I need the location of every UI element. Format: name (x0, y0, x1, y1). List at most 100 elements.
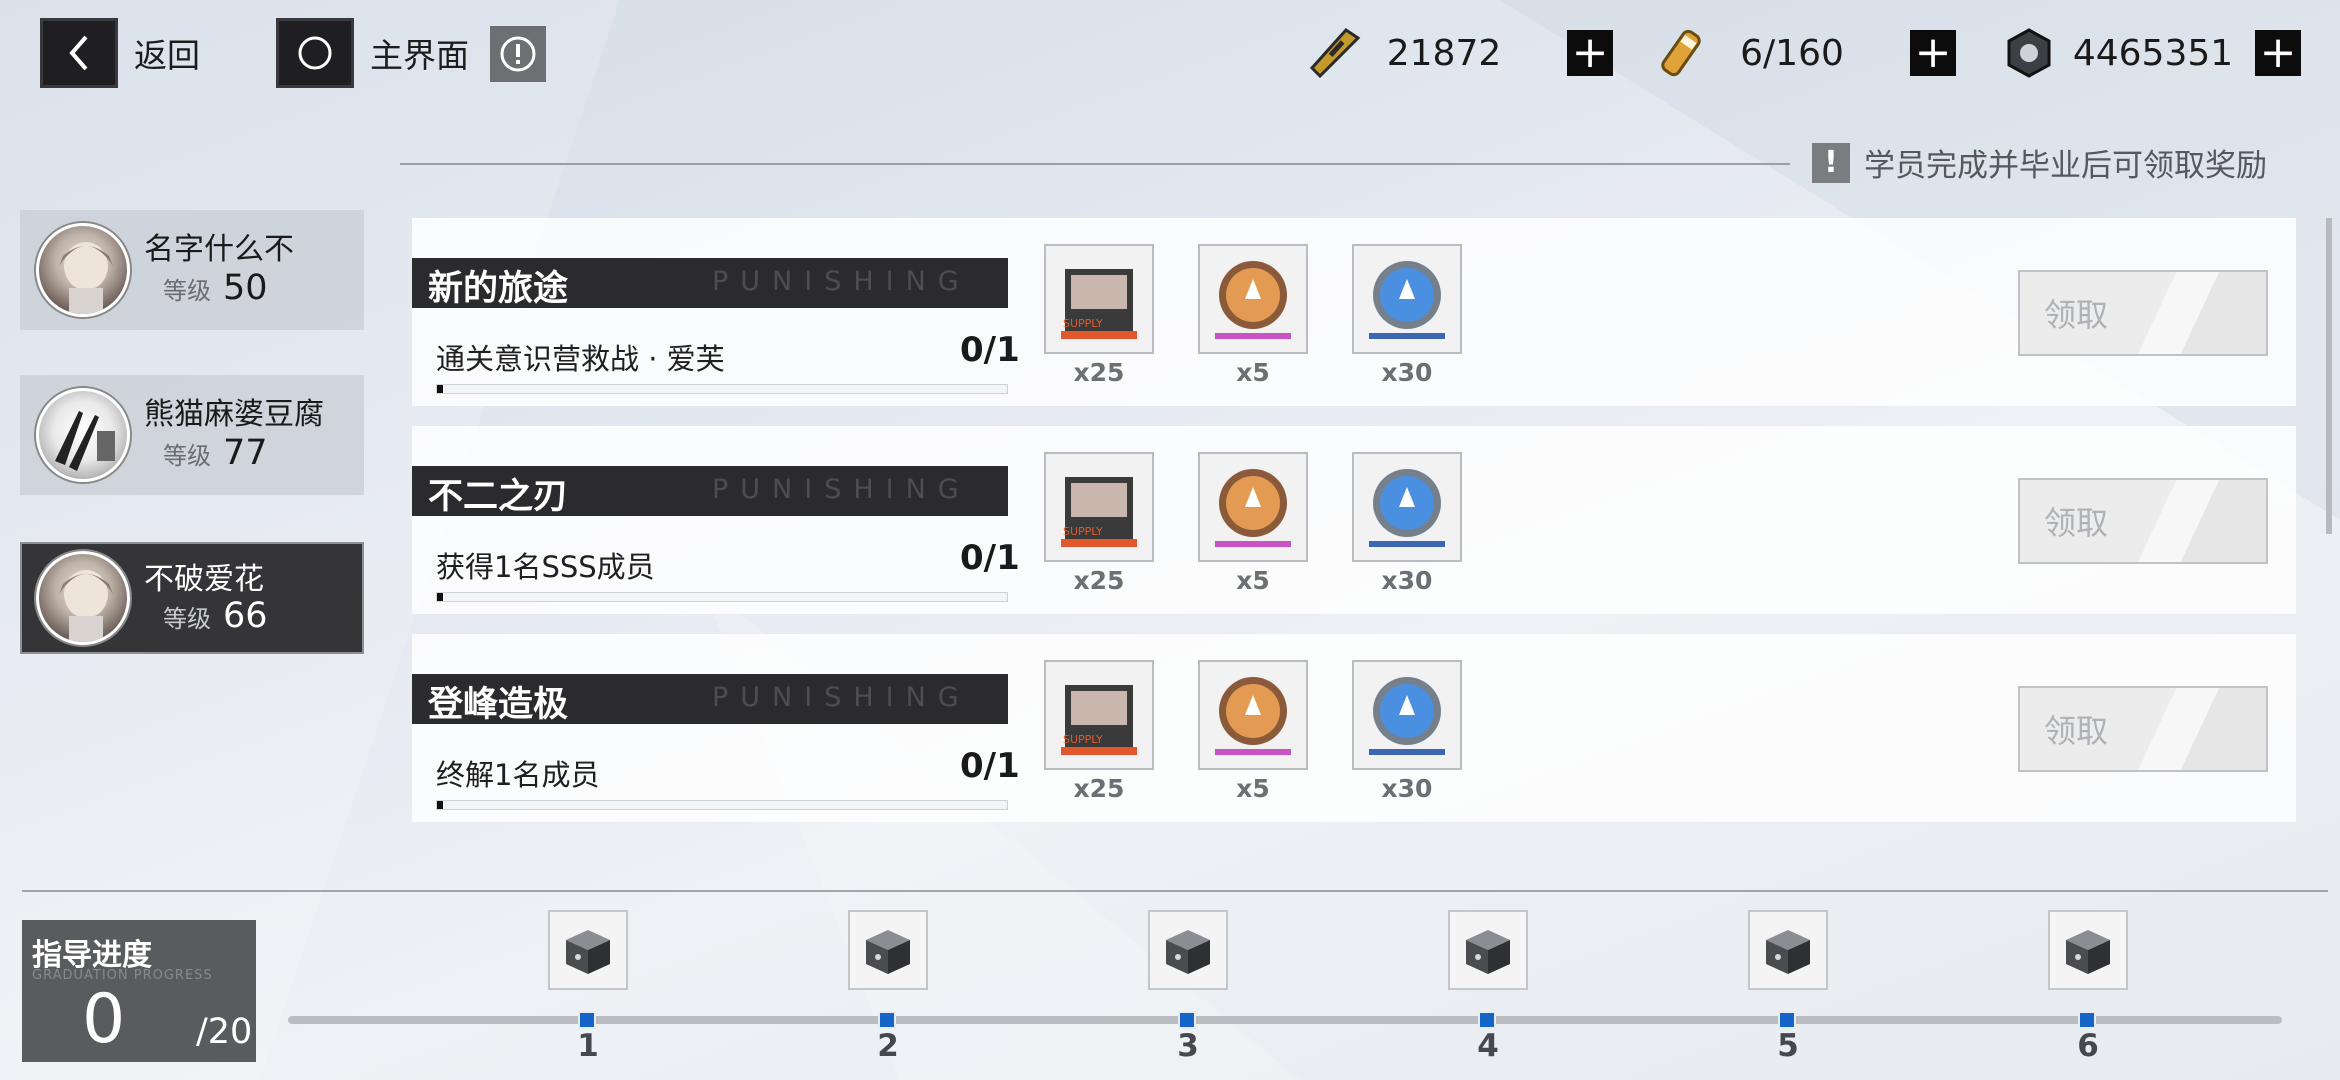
hint-text: 学员完成并毕业后可领取奖励 (1864, 148, 2267, 184)
task-progress-bar (436, 800, 1008, 810)
task-row: 登峰造极 PUNISHING 终解1名成员 0/1 SUPPLY x25 x5 … (412, 634, 2296, 822)
claim-label: 领取 (2044, 504, 2109, 542)
reward-item[interactable]: x5 (1198, 660, 1308, 803)
coin-value: 4465351 (2072, 32, 2234, 74)
milestone-label: 2 (877, 1028, 899, 1064)
level-key: 等级 (163, 442, 211, 470)
reward-count: x30 (1381, 358, 1433, 387)
milestone-chest-6[interactable] (2048, 910, 2128, 990)
svg-text:SUPPLY: SUPPLY (1063, 733, 1103, 746)
bottom-divider (22, 890, 2328, 892)
add-coin-button[interactable]: + (2255, 30, 2301, 76)
milestone-dot (2078, 1011, 2096, 1029)
home-button[interactable]: 主界面 (276, 18, 469, 88)
milestone-dot (878, 1011, 896, 1029)
milestone-label: 5 (1777, 1028, 1799, 1064)
warning-icon: ! (1812, 142, 1850, 183)
claim-button[interactable]: 领取 (2018, 686, 2268, 772)
task-description: 通关意识营救战 · 爱芙 (436, 342, 725, 376)
reward-item[interactable]: SUPPLY x25 (1044, 244, 1154, 387)
milestone-chest-1[interactable] (548, 910, 628, 990)
milestone-dot (578, 1011, 596, 1029)
supply-chip-icon: SUPPLY (1044, 452, 1154, 562)
student-item-2[interactable]: 熊猫麻婆豆腐 等级 77 (20, 375, 364, 495)
milestone-dot (1178, 1011, 1196, 1029)
milestone-label: 4 (1477, 1028, 1499, 1064)
task-row: 不二之刃 PUNISHING 获得1名SSS成员 0/1 SUPPLY x25 … (412, 426, 2296, 614)
reward-count: x25 (1073, 358, 1125, 387)
stamina-card-icon (1306, 24, 1364, 82)
reward-count: x5 (1236, 774, 1270, 803)
info-icon (500, 36, 536, 72)
reward-count: x5 (1236, 566, 1270, 595)
milestone-label: 1 (577, 1028, 599, 1064)
student-level: 等级 77 (163, 433, 268, 473)
task-list-scrollbar[interactable] (2326, 218, 2332, 534)
battery-value: 6/160 (1740, 32, 1844, 74)
chest-icon (848, 910, 928, 990)
reward-count: x30 (1381, 774, 1433, 803)
milestone-chest-2[interactable] (848, 910, 928, 990)
resource-coin: 4465351 (2000, 22, 2248, 84)
add-stamina-button[interactable]: + (1567, 30, 1613, 76)
reward-item[interactable]: x30 (1352, 244, 1462, 387)
blue-coin-icon (1352, 452, 1462, 562)
reward-item[interactable]: x30 (1352, 660, 1462, 803)
student-name: 名字什么不 (144, 232, 294, 267)
reward-count: x5 (1236, 358, 1270, 387)
task-progress-bar (436, 592, 1008, 602)
coin-nut-icon (2000, 24, 2058, 82)
supply-chip-icon: SUPPLY (1044, 244, 1154, 354)
task-title: 不二之刃 (428, 477, 569, 517)
reward-item[interactable]: x5 (1198, 244, 1308, 387)
task-progress: 0/1 (960, 330, 1020, 370)
chest-icon (548, 910, 628, 990)
guidance-value: 0 (82, 980, 126, 1059)
task-progress: 0/1 (960, 538, 1020, 578)
add-battery-button[interactable]: + (1910, 30, 1956, 76)
info-button[interactable] (490, 26, 546, 82)
reward-item[interactable]: SUPPLY x25 (1044, 452, 1154, 595)
reward-item[interactable]: x30 (1352, 452, 1462, 595)
student-item-3-selected[interactable]: 不破爱花 等级 66 (20, 542, 364, 654)
task-description: 获得1名SSS成员 (436, 550, 655, 584)
orange-coin-icon (1198, 244, 1308, 354)
level-value: 50 (223, 268, 268, 308)
guidance-max: /20 (196, 1012, 253, 1052)
reward-item[interactable]: x5 (1198, 452, 1308, 595)
avatar (36, 551, 130, 645)
milestone-label: 3 (1177, 1028, 1199, 1064)
milestone-chest-5[interactable] (1748, 910, 1828, 990)
task-deco-text: PUNISHING (712, 682, 971, 713)
milestone-dot (1478, 1011, 1496, 1029)
reward-count: x30 (1381, 566, 1433, 595)
milestone-chest-4[interactable] (1448, 910, 1528, 990)
task-deco-text: PUNISHING (712, 474, 971, 505)
chest-icon (2048, 910, 2128, 990)
task-description: 终解1名成员 (436, 758, 600, 792)
student-name: 熊猫麻婆豆腐 (144, 397, 324, 432)
task-progress: 0/1 (960, 746, 1020, 786)
student-item-1[interactable]: 名字什么不 等级 50 (20, 210, 364, 330)
milestone-chest-3[interactable] (1148, 910, 1228, 990)
chest-icon (1748, 910, 1828, 990)
svg-text:SUPPLY: SUPPLY (1063, 317, 1103, 330)
stamina-value: 21872 (1386, 32, 1502, 74)
milestone-label: 6 (2077, 1028, 2099, 1064)
milestone-dot (1778, 1011, 1796, 1029)
student-name: 不破爱花 (144, 562, 264, 597)
task-deco-text: PUNISHING (712, 266, 971, 297)
guidance-progress-panel: 指导进度 GRADUATION PROGRESS 0 /20 (22, 920, 256, 1062)
resource-stamina: 21872 (1306, 22, 1524, 84)
reward-item[interactable]: SUPPLY x25 (1044, 660, 1154, 803)
claim-button[interactable]: 领取 (2018, 478, 2268, 564)
claim-label: 领取 (2044, 296, 2109, 334)
battery-icon (1654, 24, 1712, 82)
claim-button[interactable]: 领取 (2018, 270, 2268, 356)
student-level: 等级 50 (163, 268, 268, 308)
claim-label: 领取 (2044, 712, 2109, 750)
level-key: 等级 (163, 605, 211, 633)
level-value: 77 (223, 433, 268, 473)
back-button[interactable]: 返回 (40, 18, 200, 88)
orange-coin-icon (1198, 660, 1308, 770)
